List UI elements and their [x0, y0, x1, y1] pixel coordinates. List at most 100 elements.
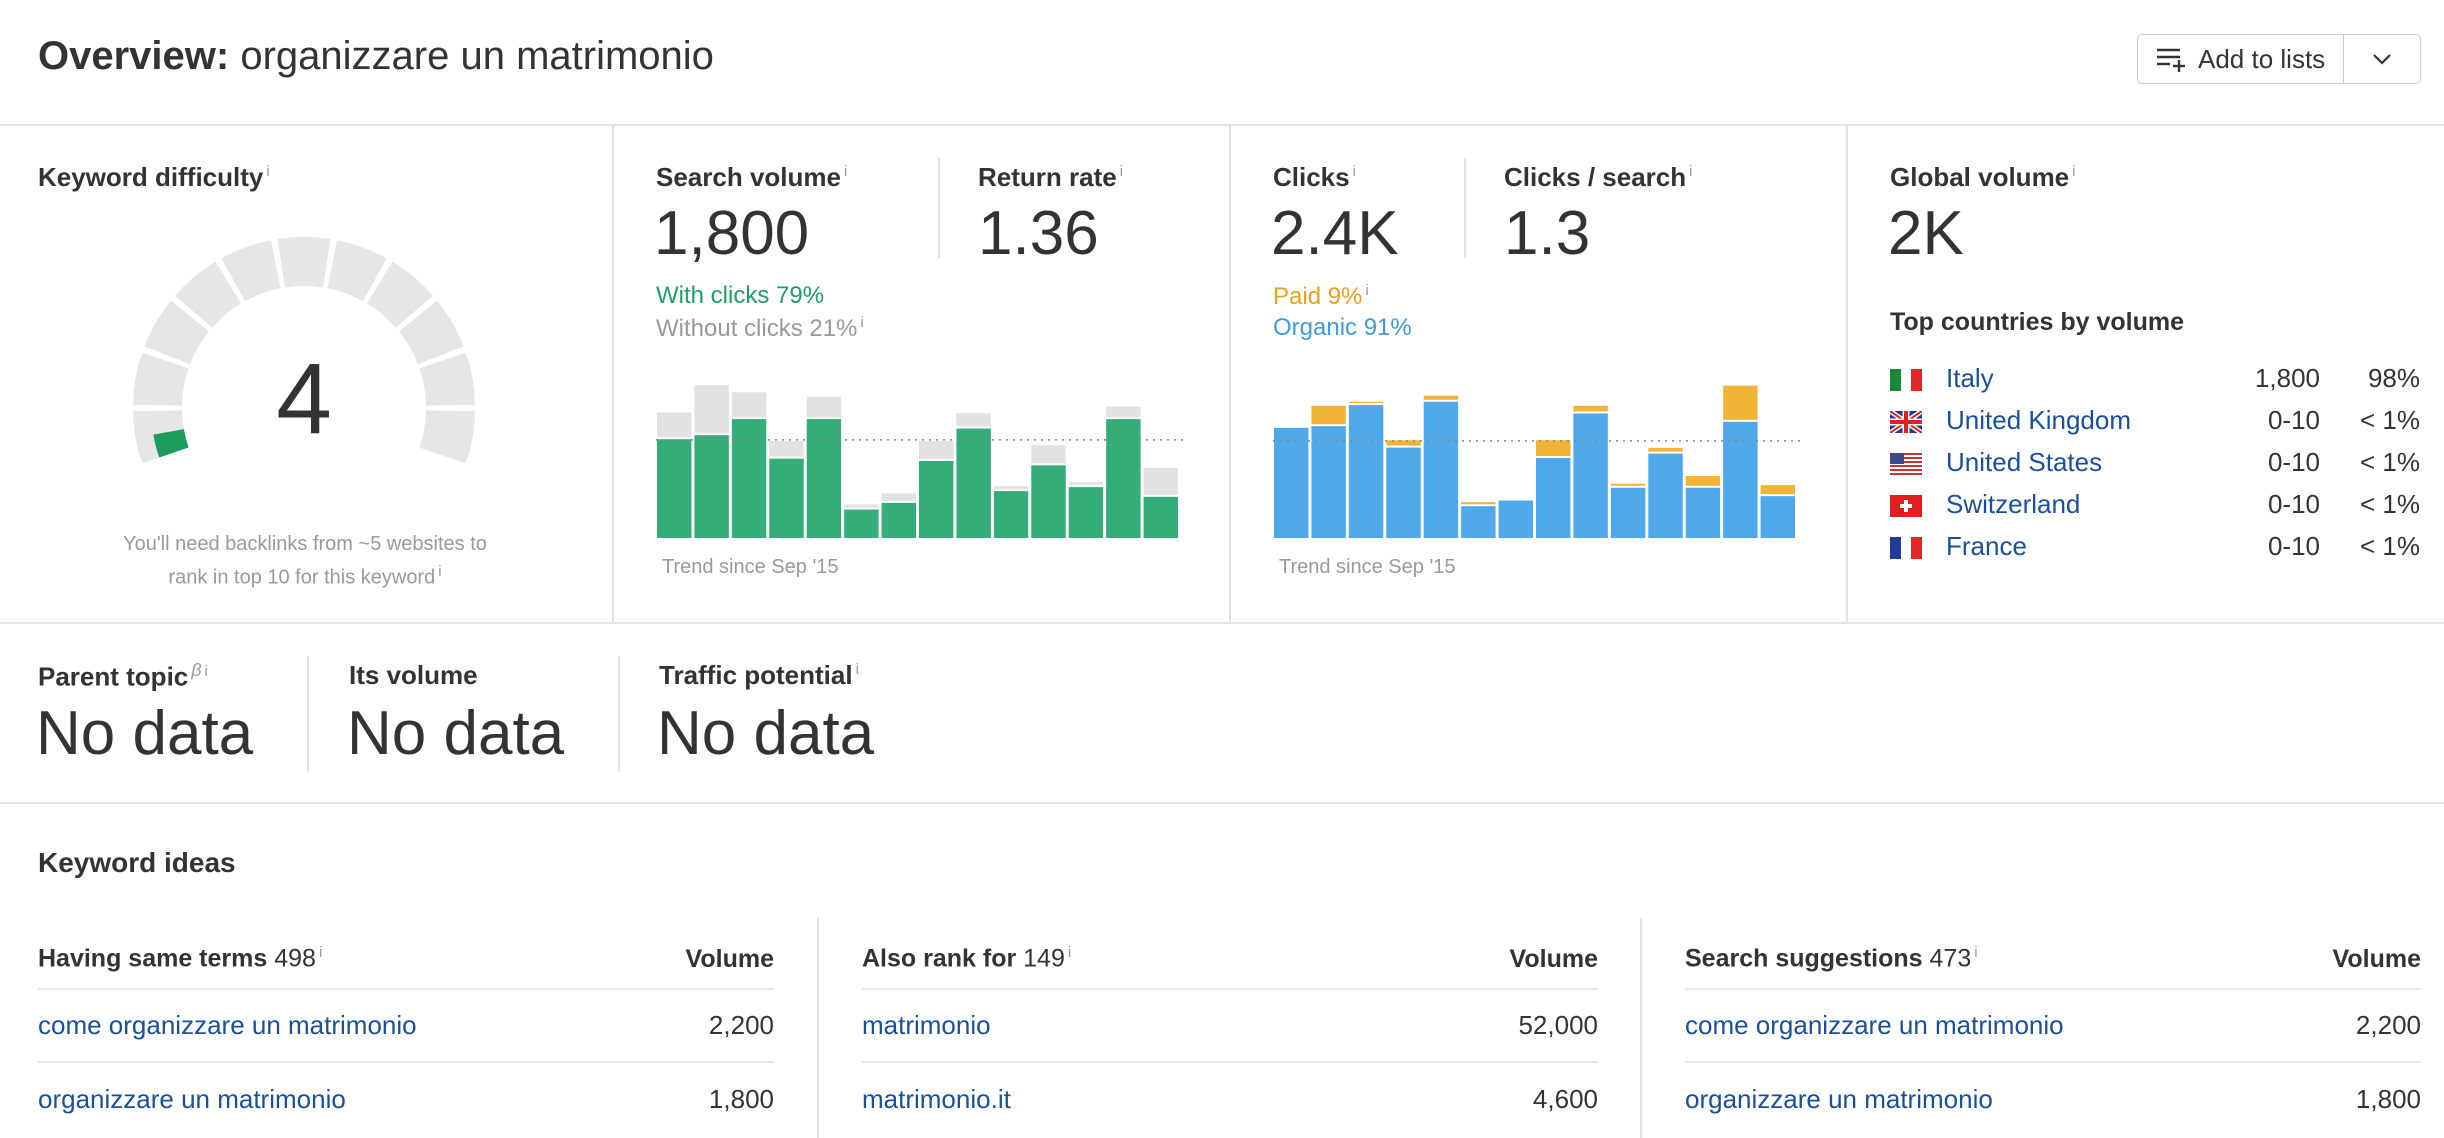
info-icon[interactable]: i [856, 661, 859, 678]
info-icon[interactable]: i [266, 163, 269, 180]
bar-with-clicks[interactable] [657, 439, 692, 538]
bar-paid[interactable] [1536, 440, 1571, 456]
bar-without-clicks[interactable] [1031, 445, 1066, 464]
divider [1464, 158, 1466, 258]
bar-without-clicks[interactable] [657, 412, 692, 438]
info-icon[interactable]: i [860, 314, 863, 331]
bar-without-clicks[interactable] [769, 440, 804, 457]
keyword-link[interactable]: organizzare un matrimonio [1685, 1084, 1993, 1115]
table-row: organizzare un matrimonio 1,800 [1685, 1063, 2421, 1136]
table-title-link[interactable]: Search suggestions [1685, 945, 1923, 973]
keyword-link[interactable]: organizzare un matrimonio [38, 1084, 346, 1115]
info-icon[interactable]: i [2072, 163, 2075, 180]
bar-with-clicks[interactable] [881, 502, 916, 538]
bar-organic[interactable] [1311, 426, 1346, 538]
bar-with-clicks[interactable] [993, 491, 1029, 538]
bar-organic[interactable] [1760, 496, 1795, 538]
bar-without-clicks[interactable] [694, 385, 729, 434]
info-icon[interactable]: i [319, 944, 322, 961]
bar-paid[interactable] [1610, 483, 1646, 486]
bar-paid[interactable] [1461, 502, 1496, 505]
country-link[interactable]: United States [1946, 447, 2102, 478]
bar-organic[interactable] [1423, 401, 1459, 538]
add-to-lists-dropdown[interactable] [2344, 35, 2420, 83]
bar-without-clicks[interactable] [806, 396, 842, 418]
keyword-link[interactable]: matrimonio [862, 1010, 991, 1041]
bar-without-clicks[interactable] [1143, 467, 1178, 495]
bar-with-clicks[interactable] [1068, 487, 1104, 538]
info-icon[interactable]: i [1068, 944, 1071, 961]
keyword-volume: 1,800 [2355, 1084, 2421, 1114]
bar-with-clicks[interactable] [769, 458, 804, 538]
info-icon[interactable]: i [1689, 163, 1692, 180]
bar-paid[interactable] [1423, 395, 1459, 400]
bar-with-clicks[interactable] [919, 460, 954, 538]
bar-without-clicks[interactable] [1106, 406, 1141, 418]
country-link[interactable]: Italy [1946, 363, 1994, 394]
bar-with-clicks[interactable] [1106, 419, 1141, 538]
bar-without-clicks[interactable] [993, 486, 1029, 490]
info-icon[interactable]: i [1353, 163, 1356, 180]
country-link[interactable]: Switzerland [1946, 489, 2080, 520]
table-title-link[interactable]: Having same terms [38, 945, 267, 973]
bar-organic[interactable] [1498, 500, 1533, 538]
bar-paid[interactable] [1311, 405, 1346, 425]
country-share: < 1% [2360, 488, 2420, 519]
bar-with-clicks[interactable] [806, 419, 842, 538]
bar-paid[interactable] [1386, 440, 1421, 446]
keyword-difficulty-label: Keyword difficulty i [38, 162, 270, 192]
bar-without-clicks[interactable] [731, 392, 767, 418]
bar-with-clicks[interactable] [1031, 465, 1066, 538]
country-share: < 1% [2360, 404, 2420, 435]
paid-share: Paid 9% i [1273, 282, 1369, 310]
country-volume: 0-10 [2267, 488, 2320, 519]
bar-organic[interactable] [1386, 447, 1421, 538]
info-icon[interactable]: i [205, 663, 208, 680]
bar-organic[interactable] [1648, 453, 1683, 538]
traffic-potential-value: No data [657, 699, 875, 768]
bar-with-clicks[interactable] [956, 428, 991, 538]
country-volume: 0-10 [2267, 446, 2320, 477]
bar-without-clicks[interactable] [1068, 481, 1104, 486]
table-title-link[interactable]: Also rank for [862, 945, 1016, 973]
bar-without-clicks[interactable] [956, 413, 991, 427]
bar-organic[interactable] [1348, 405, 1384, 538]
info-icon[interactable]: i [1120, 163, 1123, 180]
bar-with-clicks[interactable] [844, 509, 879, 538]
page-title: Overview: organizzare un matrimonio [38, 34, 714, 78]
table-header: Also rank for 149 i Volume [862, 930, 1598, 990]
country-link[interactable]: France [1946, 531, 2027, 562]
keyword-link[interactable]: come organizzare un matrimonio [1685, 1010, 2064, 1041]
bar-organic[interactable] [1723, 421, 1758, 538]
info-icon[interactable]: i [1974, 944, 1977, 961]
info-icon[interactable]: i [844, 163, 847, 180]
bar-organic[interactable] [1461, 506, 1496, 538]
keyword-link[interactable]: come organizzare un matrimonio [38, 1010, 417, 1041]
table-header: Search suggestions 473 i Volume [1685, 930, 2421, 990]
info-icon[interactable]: i [1365, 282, 1368, 299]
add-to-lists-button[interactable]: Add to lists [2138, 35, 2345, 83]
bar-with-clicks[interactable] [1143, 496, 1178, 538]
bar-without-clicks[interactable] [881, 493, 916, 501]
bar-without-clicks[interactable] [919, 440, 954, 459]
country-link[interactable]: United Kingdom [1946, 405, 2131, 436]
bar-paid[interactable] [1723, 385, 1758, 420]
bar-organic[interactable] [1536, 457, 1571, 538]
list-add-icon [2157, 48, 2185, 72]
bar-with-clicks[interactable] [694, 435, 729, 538]
bar-without-clicks[interactable] [844, 504, 879, 508]
bar-organic[interactable] [1685, 487, 1721, 538]
bar-paid[interactable] [1648, 447, 1683, 452]
bar-paid[interactable] [1573, 405, 1608, 412]
bar-paid[interactable] [1348, 401, 1384, 404]
info-icon[interactable]: i [438, 563, 441, 580]
keyword-link[interactable]: matrimonio.it [862, 1084, 1011, 1115]
bar-organic[interactable] [1274, 427, 1309, 538]
bar-paid[interactable] [1685, 476, 1721, 486]
bar-with-clicks[interactable] [731, 419, 767, 538]
divider [1229, 125, 1231, 622]
organic-share: Organic 91% [1273, 314, 1412, 341]
bar-paid[interactable] [1760, 485, 1795, 495]
bar-organic[interactable] [1610, 487, 1646, 538]
bar-organic[interactable] [1573, 413, 1608, 538]
